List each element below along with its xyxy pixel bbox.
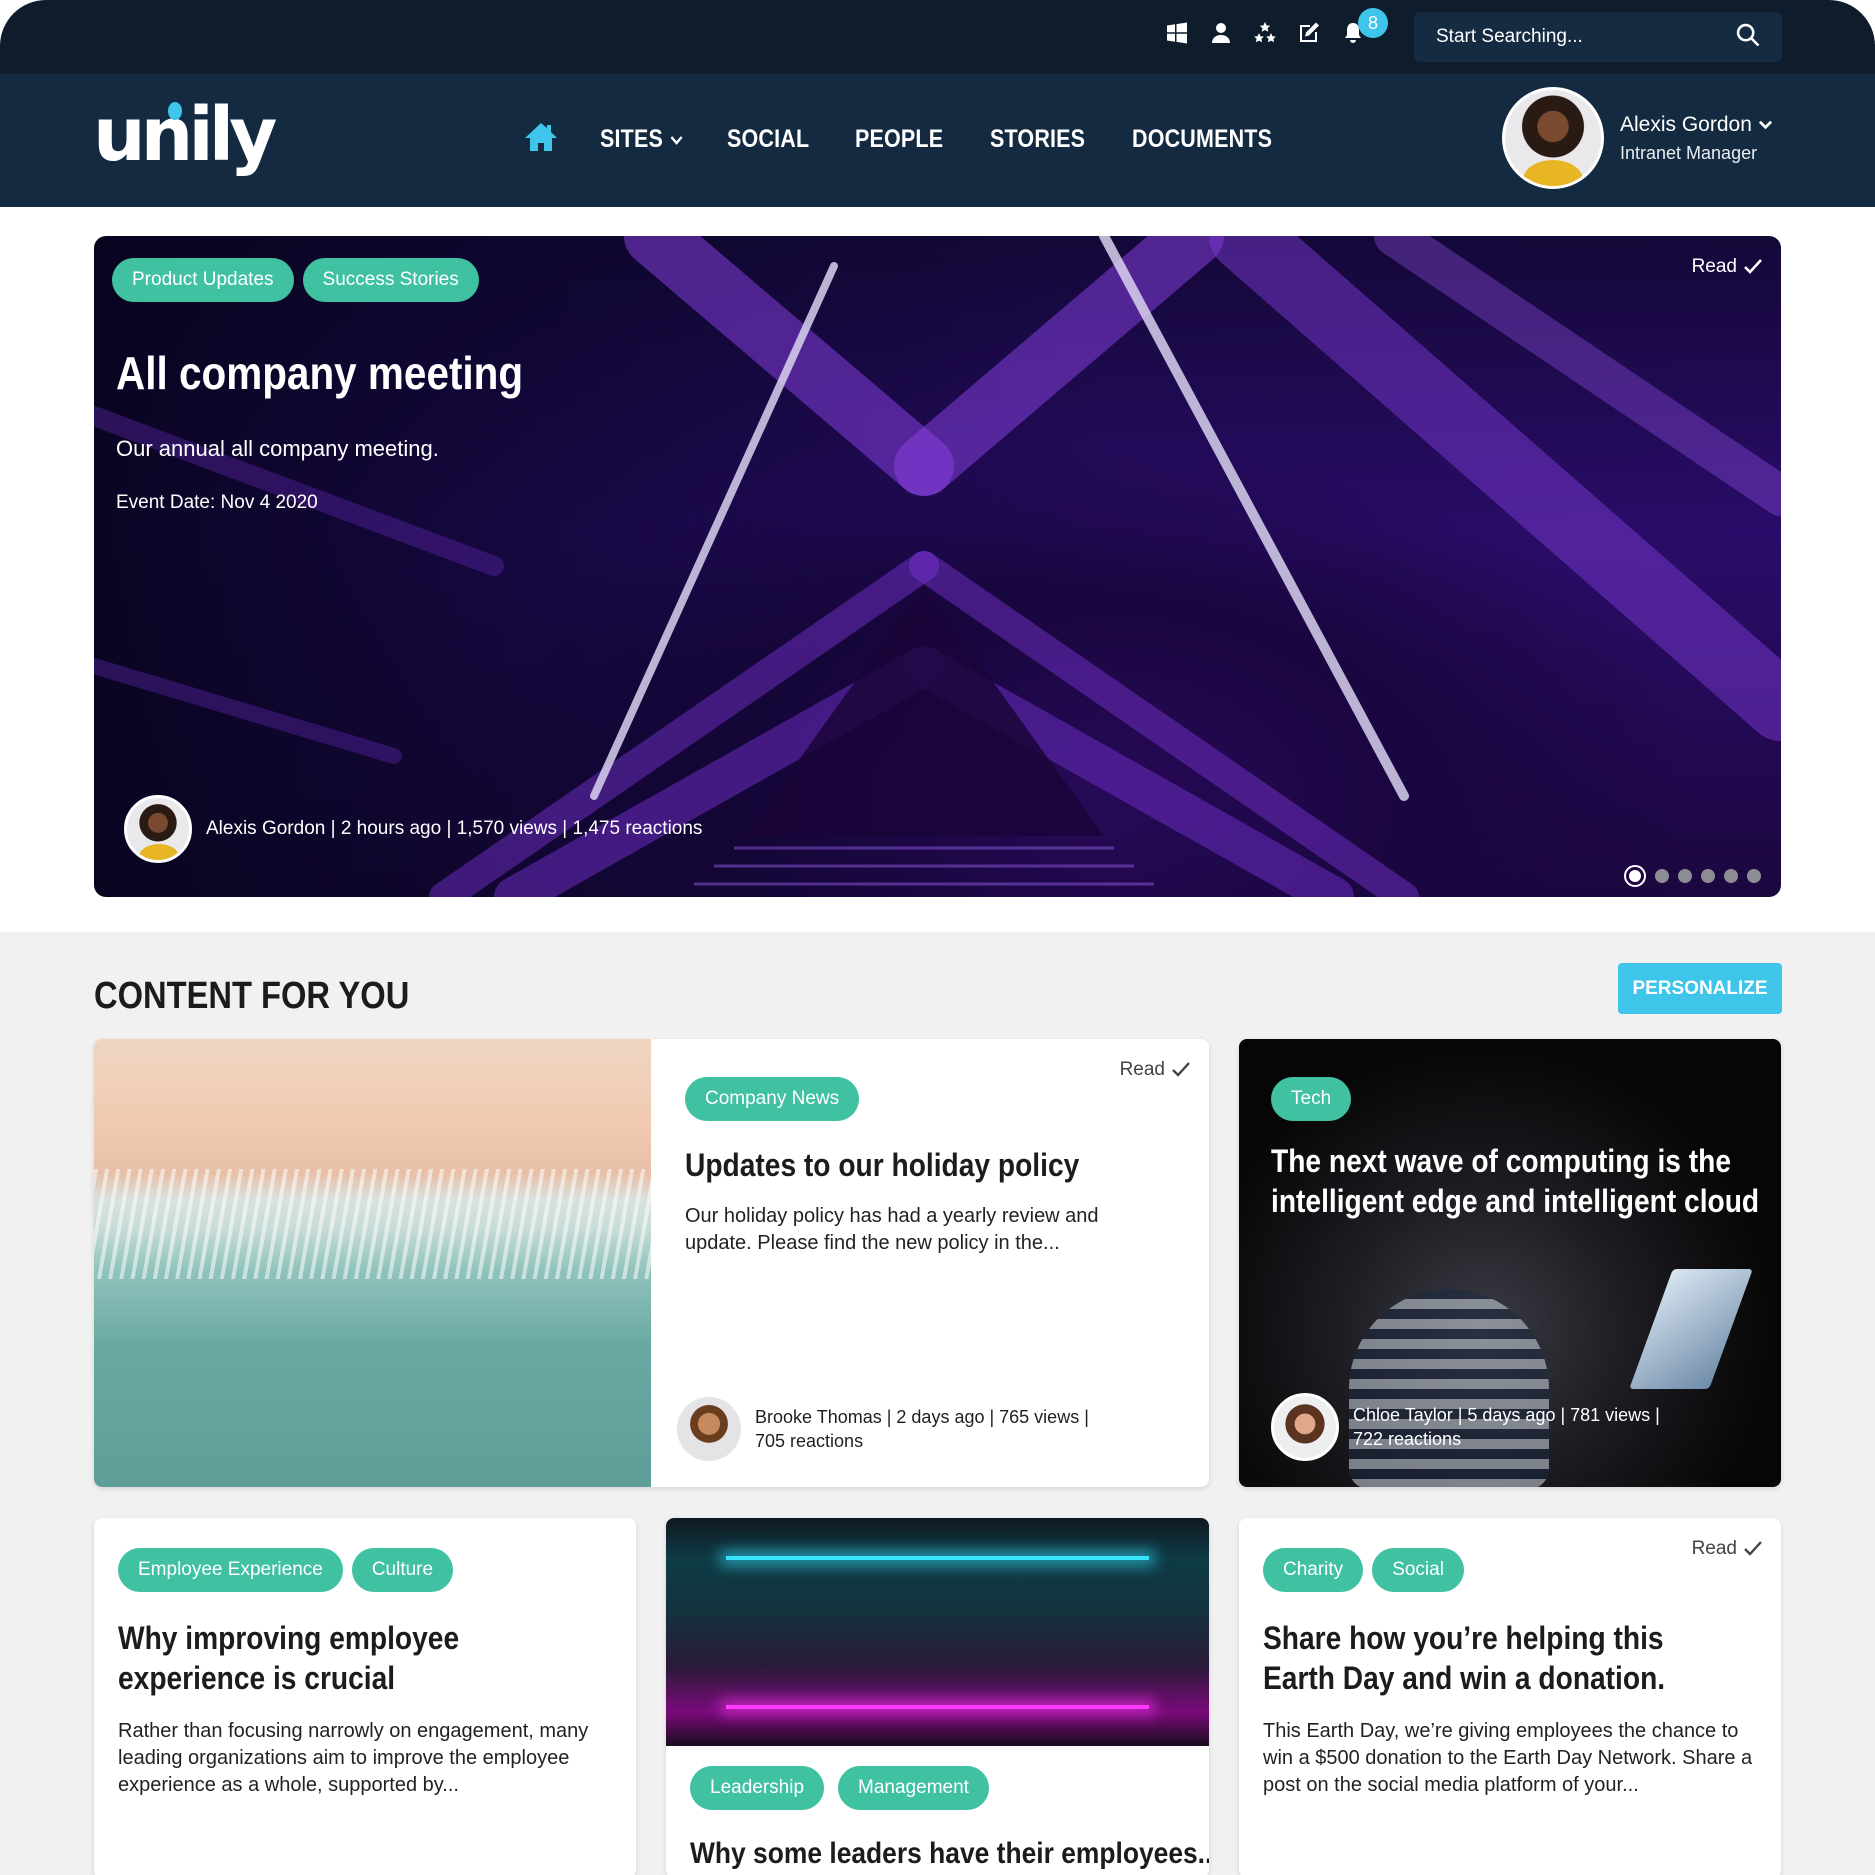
tag-chip[interactable]: Product Updates [112,258,294,302]
carousel-dot[interactable] [1747,869,1761,883]
card-title[interactable]: The next wave of computing is the intell… [1271,1141,1764,1221]
read-label: Read [1691,1538,1737,1559]
content-card[interactable]: Company News Updates to our holiday poli… [94,1039,1209,1487]
card-meta-line: Chloe Taylor | 5 days ago | 781 views | [1353,1405,1660,1425]
notification-badge: 8 [1358,8,1388,38]
check-icon [1744,1541,1762,1556]
user-name: Alexis Gordon [1620,112,1752,136]
tag-chip[interactable]: Culture [351,1548,454,1592]
card-meta: Brooke Thomas | 2 days ago | 765 views |… [677,1397,1089,1461]
logo-dot [168,102,182,120]
tag-chip[interactable]: Tech [1271,1077,1352,1121]
user-icon[interactable] [1208,20,1234,46]
hero-subtitle: Our annual all company meeting. [116,436,439,461]
content-card[interactable]: Employee Experience Culture Why improvin… [94,1518,636,1875]
utility-bar: 8 [0,0,1875,74]
user-avatar [1502,87,1604,189]
card-excerpt: Our holiday policy has had a yearly revi… [685,1205,1099,1254]
read-label: Read [1691,256,1737,277]
search-input[interactable] [1436,26,1734,48]
hero-meta: Alexis Gordon | 2 hours ago | 1,570 view… [124,795,702,863]
read-indicator: Read [1120,1059,1191,1081]
card-image-beach [94,1039,651,1487]
card-image-laptop [1629,1269,1753,1389]
user-role: Intranet Manager [1620,142,1758,163]
nav-item-label: DOCUMENTS [1132,125,1273,153]
card-excerpt: Rather than focusing narrowly on engagem… [118,1720,589,1796]
nav-item-label: STORIES [989,125,1085,153]
card-excerpt: This Earth Day, we’re giving employees t… [1263,1720,1753,1796]
read-indicator: Read [1692,256,1763,278]
search-icon[interactable] [1734,21,1762,54]
personalize-button[interactable]: PERSONALIZE [1618,963,1782,1014]
section-title: CONTENT FOR YOU [94,975,410,1017]
carousel-dot[interactable] [1701,869,1715,883]
logo-text: unily [93,92,277,178]
content-card[interactable]: Leadership Management Why some leaders h… [666,1518,1209,1875]
main-navbar: unily SITES SOCIAL PEOPLE STORIES DOCUME… [0,74,1875,207]
card-title[interactable]: Why some leaders have their employees... [690,1834,1209,1874]
carousel-dots [1624,865,1761,887]
bell-icon[interactable]: 8 [1340,8,1388,46]
chevron-down-icon [670,135,683,145]
nav-item-documents[interactable]: DOCUMENTS [1132,125,1272,154]
nav-item-social[interactable]: SOCIAL [727,125,809,154]
check-icon [1172,1062,1190,1077]
card-title[interactable]: Why improving employee experience is cru… [118,1618,470,1698]
tag-chip[interactable]: Company News [685,1077,860,1121]
windows-icon[interactable] [1164,20,1190,46]
content-card[interactable]: Tech The next wave of computing is the i… [1239,1039,1781,1487]
author-avatar[interactable] [1271,1393,1339,1461]
hero-event-date: Event Date: Nov 4 2020 [116,492,318,513]
card-meta-line: 705 reactions [755,1431,864,1451]
tag-chip[interactable]: Charity [1263,1548,1364,1592]
carousel-dot[interactable] [1678,869,1692,883]
carousel-dot[interactable] [1724,869,1738,883]
nav-item-sites[interactable]: SITES [600,125,684,154]
card-title[interactable]: Updates to our holiday policy [685,1145,1079,1185]
logo[interactable]: unily [93,98,277,172]
hero-title[interactable]: All company meeting [116,346,523,400]
read-label: Read [1119,1059,1165,1080]
user-profile-menu[interactable]: Alexis Gordon Intranet Manager [1502,87,1773,189]
author-avatar[interactable] [124,795,192,863]
nav-menu: SITES SOCIAL PEOPLE STORIES DOCUMENTS [524,122,1295,157]
page: 8 unily SITES SOCIAL PEOPLE STORIES [0,0,1875,1875]
card-meta-line: 722 reactions [1353,1429,1462,1449]
author-avatar[interactable] [677,1397,741,1461]
carousel-dot-active[interactable] [1624,865,1646,887]
utility-icons: 8 [1164,8,1388,46]
hero-meta-text: Alexis Gordon | 2 hours ago | 1,570 view… [206,818,703,839]
tag-chip[interactable]: Social [1372,1548,1464,1592]
card-image-neon [666,1518,1209,1746]
content-for-you-section: CONTENT FOR YOU PERSONALIZE Company News… [0,932,1875,1875]
home-icon[interactable] [524,122,558,157]
nav-item-label: SITES [600,125,663,153]
read-indicator: Read [1692,1538,1763,1560]
stars-icon[interactable] [1252,20,1278,46]
nav-item-stories[interactable]: STORIES [990,125,1085,154]
search-box [1414,12,1782,62]
check-icon [1744,259,1762,274]
card-title[interactable]: Share how you’re helping this Earth Day … [1263,1618,1738,1698]
edit-icon[interactable] [1296,20,1322,46]
hero-tags: Product Updates Success Stories [112,258,479,302]
tag-chip[interactable]: Leadership [690,1766,825,1810]
card-meta: Chloe Taylor | 5 days ago | 781 views | … [1271,1393,1660,1461]
hero-carousel[interactable]: Product Updates Success Stories Read All… [94,236,1781,897]
nav-item-people[interactable]: PEOPLE [855,125,943,154]
content-card[interactable]: Charity Social Read Share how you’re hel… [1239,1518,1781,1875]
tag-chip[interactable]: Management [838,1766,989,1810]
nav-item-label: PEOPLE [854,125,944,153]
tag-chip[interactable]: Employee Experience [118,1548,343,1592]
carousel-dot[interactable] [1655,869,1669,883]
card-meta-line: Brooke Thomas | 2 days ago | 765 views | [755,1407,1089,1427]
tag-chip[interactable]: Success Stories [302,258,479,302]
nav-item-label: SOCIAL [727,125,810,153]
chevron-down-icon [1758,120,1773,130]
